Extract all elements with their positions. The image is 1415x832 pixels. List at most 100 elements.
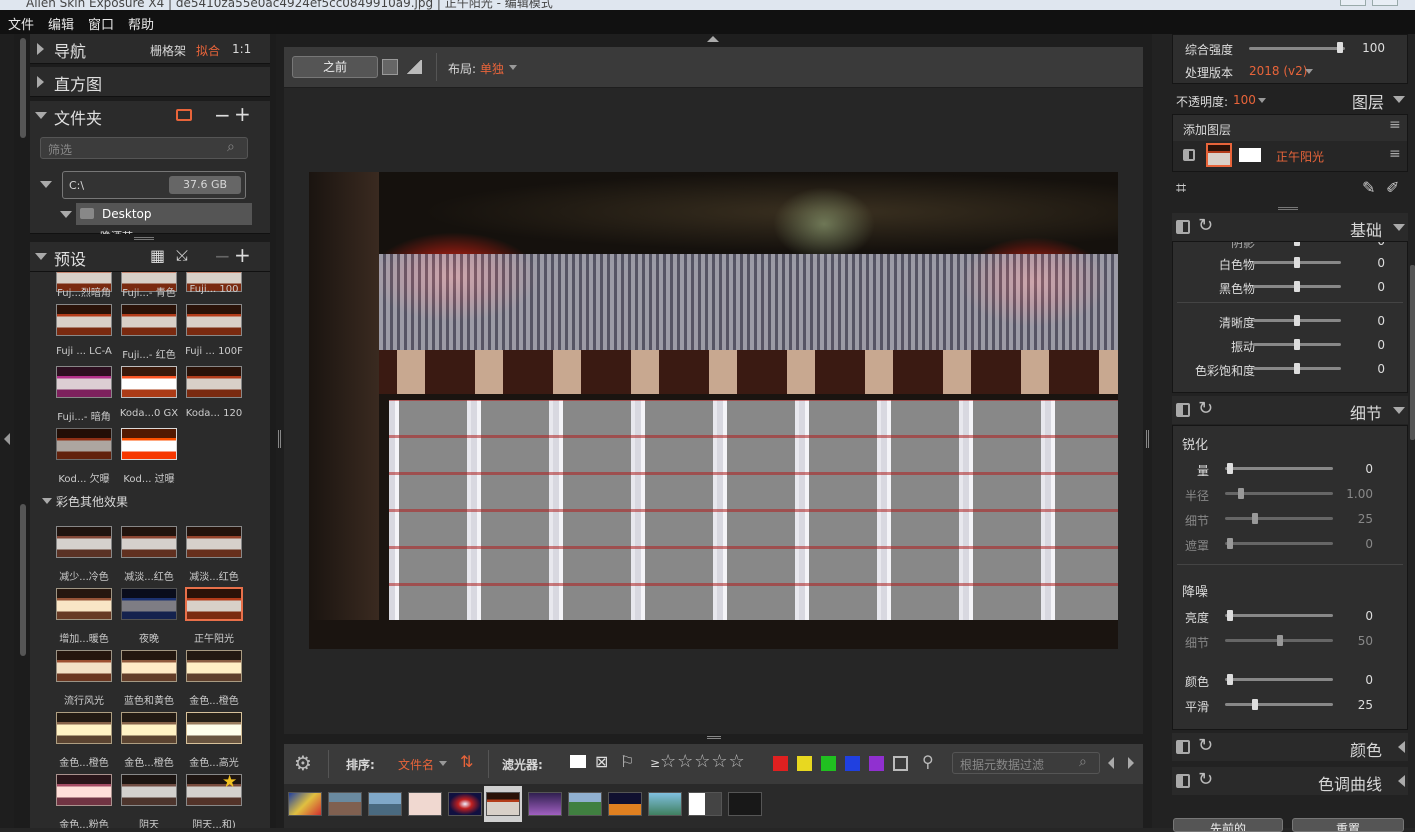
nav-fit-option[interactable]: 拟合 [196,42,220,59]
sharpen-amount-knob[interactable] [1227,463,1233,474]
sharpen-radius-value[interactable]: 1.00 [1333,487,1373,501]
noise-color-value[interactable]: 0 [1333,673,1373,687]
noise-smooth-knob[interactable] [1252,699,1258,710]
color-label-yellow[interactable] [797,756,812,771]
vibrance-knob[interactable] [1294,339,1300,350]
nav-grid-option[interactable]: 栅格架 [150,42,186,59]
flag-unflagged-icon[interactable]: ⚐ [620,752,634,771]
preset-thumb[interactable] [186,712,242,744]
favorite-star-icon[interactable]: ★ [222,772,237,792]
noise-color-knob[interactable] [1227,674,1233,685]
toggle-icon[interactable] [1176,774,1190,788]
minus-icon[interactable]: − [214,244,231,268]
next-arrow-icon[interactable] [1128,757,1134,769]
preset-thumb[interactable] [56,428,112,460]
preset-thumb[interactable] [56,650,112,682]
splitter-handle[interactable] [1278,207,1298,210]
sharpen-detail-knob[interactable] [1252,513,1258,524]
menu-help[interactable]: 帮助 [128,14,154,33]
collapse-icon[interactable] [1393,224,1405,231]
expand-icon[interactable] [1398,775,1405,787]
preset-thumb[interactable] [121,366,177,398]
reset-icon[interactable]: ↻ [1198,769,1213,790]
reset-icon[interactable]: ↻ [1198,398,1213,419]
noise-luminance-slider[interactable] [1225,614,1333,617]
saturation-knob[interactable] [1294,363,1300,374]
reset-button[interactable]: 重置 [1292,818,1404,832]
previous-button[interactable]: 先前的 [1173,818,1283,832]
film-thumb[interactable] [688,792,722,816]
pencil-icon[interactable]: ✎ [1362,178,1375,197]
opacity-dropdown[interactable]: 100 [1233,93,1256,107]
overall-strength-value[interactable]: 100 [1345,41,1385,55]
noise-smooth-value[interactable]: 25 [1333,698,1373,712]
film-thumb-selected[interactable] [486,792,520,816]
preset-thumb[interactable] [56,526,112,558]
plus-icon[interactable]: + [234,102,251,126]
layer-row[interactable]: 正午阳光 ≡ [1173,141,1407,171]
collapse-top-icon[interactable] [707,36,719,42]
sharpen-mask-knob[interactable] [1227,538,1233,549]
sharpen-amount-slider[interactable] [1225,467,1333,470]
minus-icon[interactable]: − [214,103,231,127]
prev-arrow-icon[interactable] [1108,757,1114,769]
collapse-icon[interactable] [1393,407,1405,414]
tone-curve-header[interactable]: ↻ 色调曲线 [1172,767,1408,795]
detail-header[interactable]: ↻ 细节 [1172,396,1408,424]
clarity-knob[interactable] [1294,315,1300,326]
preset-group-title[interactable]: 彩色其他效果 [56,493,128,510]
maximize-button[interactable] [1372,0,1398,6]
right-scrollbar[interactable] [1410,265,1415,440]
expand-icon[interactable] [1398,741,1405,753]
preset-thumb[interactable] [121,650,177,682]
nav-section[interactable]: 导航 栅格架 拟合 1:1 [30,34,270,64]
sort-dropdown[interactable]: 文件名 [398,756,434,773]
left-splitter-handle[interactable] [278,430,281,448]
histogram-section[interactable]: 直方图 [30,67,270,97]
preset-thumb[interactable] [121,588,177,620]
collapse-all-icon[interactable]: ⤩ [176,246,188,264]
sharpen-detail-slider[interactable] [1225,517,1333,520]
whites-knob[interactable] [1294,257,1300,268]
collapse-left-icon[interactable] [4,433,10,445]
noise-color-slider[interactable] [1225,678,1333,681]
preset-thumb[interactable] [186,366,242,398]
reset-icon[interactable]: ↻ [1198,735,1213,756]
color-label-red[interactable] [773,756,788,771]
shadow-value[interactable]: 0 [1345,242,1385,248]
compare-square-icon[interactable] [382,59,398,75]
preset-thumb-selected[interactable] [185,587,243,621]
film-thumb[interactable] [608,792,642,816]
film-thumb[interactable] [568,792,602,816]
shadow-knob[interactable] [1294,242,1300,246]
crop-icon[interactable]: ⌗ [1176,178,1186,199]
noise-luminance-knob[interactable] [1227,610,1233,621]
metadata-search-input[interactable]: 根据元数据过滤 ⌕ [952,752,1100,774]
overall-strength-knob[interactable] [1337,42,1343,53]
noise-detail-value[interactable]: 50 [1333,634,1373,648]
expand-icon[interactable] [37,76,44,88]
splitter-handle[interactable] [134,237,154,240]
sort-direction-icon[interactable]: ⇅ [460,752,473,771]
toggle-icon[interactable] [1176,740,1190,754]
layer-thumb[interactable] [1206,143,1232,167]
vibrance-value[interactable]: 0 [1345,338,1385,352]
preset-thumb[interactable] [121,304,177,336]
folder-open-icon[interactable] [176,109,192,121]
main-photo[interactable] [309,172,1118,649]
collapse-icon[interactable] [60,211,72,218]
menu-icon[interactable]: ≡ [1389,146,1401,162]
preset-thumb[interactable] [121,712,177,744]
noise-detail-knob[interactable] [1277,635,1283,646]
split-view-icon[interactable] [406,60,422,74]
color-header[interactable]: ↻ 颜色 [1172,733,1408,761]
sharpen-amount-value[interactable]: 0 [1333,462,1373,476]
drive-item[interactable]: C:\ 37.6 GB [62,171,246,199]
preset-thumb[interactable] [186,650,242,682]
collapse-icon[interactable] [40,181,52,188]
sharpen-mask-slider[interactable] [1225,542,1333,545]
color-label-purple[interactable] [869,756,884,771]
collapse-icon[interactable] [35,253,47,260]
sharpen-detail-value[interactable]: 25 [1333,512,1373,526]
color-label-none[interactable] [893,756,908,771]
